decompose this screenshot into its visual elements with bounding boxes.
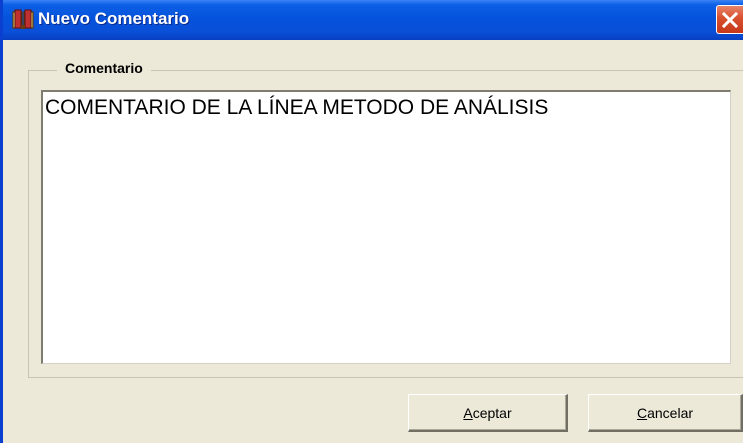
accept-button[interactable]: Aceptar [408, 394, 568, 432]
accept-mnemonic: A [463, 404, 473, 421]
cancel-label: ancelar [647, 404, 694, 421]
cancel-button[interactable]: Cancelar [588, 394, 743, 432]
close-button[interactable] [716, 5, 743, 34]
app-book-icon [12, 9, 34, 31]
dialog-window: Nuevo Comentario Comentario COMENTARIO D… [0, 0, 743, 443]
window-title: Nuevo Comentario [38, 9, 190, 28]
accept-label: ceptar [472, 404, 512, 421]
comment-textarea[interactable]: COMENTARIO DE LA LÍNEA METODO DE ANÁLISI… [41, 90, 731, 364]
group-label: Comentario [57, 60, 151, 76]
cancel-mnemonic: C [636, 404, 648, 421]
title-bar[interactable]: Nuevo Comentario [3, 0, 743, 40]
